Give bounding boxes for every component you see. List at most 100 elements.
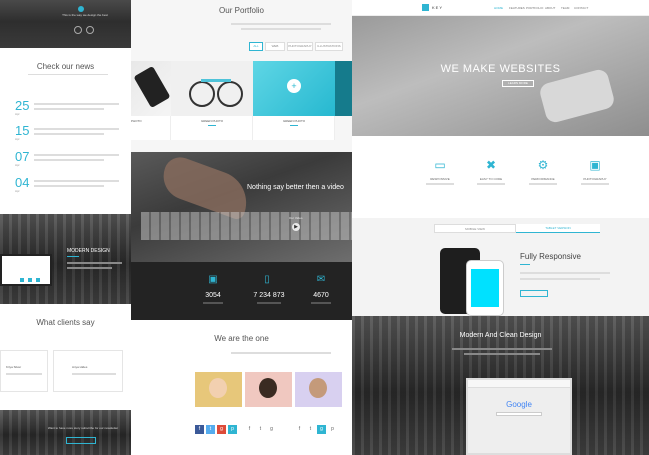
hero-banner: This is the way we design the best [0,0,131,48]
portfolio-item-partial[interactable] [335,61,352,116]
modern-design-banner: MODERN DESIGN [0,214,131,304]
modern-title: Modern And Clean Design [459,332,542,339]
bike-wheel [189,81,215,107]
bike-frame [201,79,231,82]
pinterest-icon[interactable]: p [228,425,237,434]
search-input[interactable] [496,412,542,416]
twitter-icon[interactable]: t [256,425,265,434]
modern-clean-section: Modern And Clean Design Google [352,316,649,455]
tools-icon: ✖ [485,158,497,172]
responsive-title: Fully Responsive [520,252,581,261]
left-preview-column: This is the way we design the best Check… [0,0,131,455]
mockup-dot [20,278,24,282]
twitter-icon[interactable]: t [206,425,215,434]
prev-icon[interactable] [74,26,82,34]
face [209,378,227,398]
google-plus-icon[interactable]: g [317,425,326,434]
hand-image [156,152,256,222]
service-label: PERFORMANCE [531,177,555,181]
subscribe-button[interactable] [66,437,96,444]
accent-bar [208,125,216,126]
service-label: RESPONSIVE [430,177,450,181]
stat-number: 7 234 873 [253,292,285,299]
facebook-icon[interactable]: f [295,425,304,434]
filter-illustrations[interactable]: ILLUSTRATIONS [315,42,343,51]
hero-section: WE MAKE WEBSITES LEARN MORE [352,16,649,136]
nav-contact[interactable]: CONTACT [574,6,588,10]
portfolio-subtext [231,23,331,25]
team-member-photo[interactable] [295,372,342,407]
filter-all[interactable]: ALL [249,42,263,51]
video-section: Nothing say better then a video Our Vide… [131,152,352,262]
google-plus-icon[interactable]: g [217,425,226,434]
news-text [34,154,119,156]
team-section: We are the one f t g p f t g f t g p [131,320,352,455]
client-name: Kriya Silver [6,365,22,369]
bike-wheel [217,81,243,107]
video-title: Nothing say better then a video [247,184,344,191]
read-more-button[interactable] [520,290,548,297]
person-image [538,67,616,125]
next-icon[interactable] [86,26,94,34]
hero-title: WE MAKE WEBSITES [440,63,561,75]
logo-text: KEY [432,5,444,10]
nav-portfolio[interactable]: PORTFOLIO [526,6,543,10]
news-text [34,128,119,130]
facebook-icon[interactable]: f [245,425,254,434]
nav-about[interactable]: ABOUT [545,6,555,10]
news-text [34,159,104,161]
phone-image [133,65,171,109]
right-preview-column: KEY HOME FEATURES PORTFOLIO ABOUT TEAM C… [352,0,649,455]
client-card: Anya Hides [53,350,123,392]
client-quote [6,373,42,375]
portfolio-item-room[interactable]: + [253,61,335,116]
middle-preview-column: Our Portfolio ALL WEB PHOTOGRAPHY ILLUST… [131,0,352,455]
portfolio-caption: GREEN PHOTO [253,116,335,140]
divider [28,74,108,75]
service-text [477,183,505,185]
twitter-icon[interactable]: t [306,425,315,434]
accent-bar [290,125,298,126]
news-item[interactable]: 15 Apr [15,124,29,141]
team-member-photo[interactable] [195,372,242,407]
news-day: 04 [15,175,30,190]
service-label: PHOTOGRAPHY [583,177,607,181]
client-quote [72,373,116,375]
modern-text [452,348,552,350]
news-item[interactable]: 25 Apr [15,99,29,116]
nav-team[interactable]: TEAM [561,6,569,10]
service-text [581,183,609,185]
news-item[interactable]: 04 Apr [15,176,29,193]
keyboard-image [141,212,352,240]
mockup-dot [36,278,40,282]
stat-number: 4670 [313,292,329,299]
service-label: EASY TO CODE [479,177,503,181]
stat-label [257,302,281,304]
template-showcase: This is the way we design the best Check… [0,0,649,455]
logo-dot-icon [78,6,84,12]
filter-photography[interactable]: PHOTOGRAPHY [287,42,313,51]
google-plus-icon[interactable]: g [267,425,276,434]
filter-web[interactable]: WEB [265,42,285,51]
team-member-photo[interactable] [245,372,292,407]
news-item[interactable]: 07 Apr [15,150,29,167]
news-text [34,108,104,110]
stat-label [203,302,223,304]
nav-home[interactable]: HOME [494,6,503,10]
pinterest-icon[interactable]: p [328,425,337,434]
portfolio-item-phone[interactable] [131,61,171,116]
tab-tablet-version[interactable]: TABLET VERSION [516,224,600,233]
learn-more-button[interactable]: LEARN MORE [502,80,534,87]
mail-icon: ✉ [316,274,326,285]
news-day: 25 [15,98,30,113]
navbar: KEY HOME FEATURES PORTFOLIO ABOUT TEAM C… [352,0,649,16]
newsletter-text: Want to have more story subscribe for ou… [47,426,119,430]
play-icon[interactable]: ▶ [292,223,300,231]
plus-icon[interactable]: + [287,79,301,93]
nav-features[interactable]: FEATURES [509,6,525,10]
tab-mobile-view[interactable]: MOBILE VIEW [434,224,516,233]
caption-title: PHOTO [131,119,142,123]
news-day: 15 [15,123,30,138]
portfolio-item-bike[interactable] [171,61,253,116]
facebook-icon[interactable]: f [195,425,204,434]
